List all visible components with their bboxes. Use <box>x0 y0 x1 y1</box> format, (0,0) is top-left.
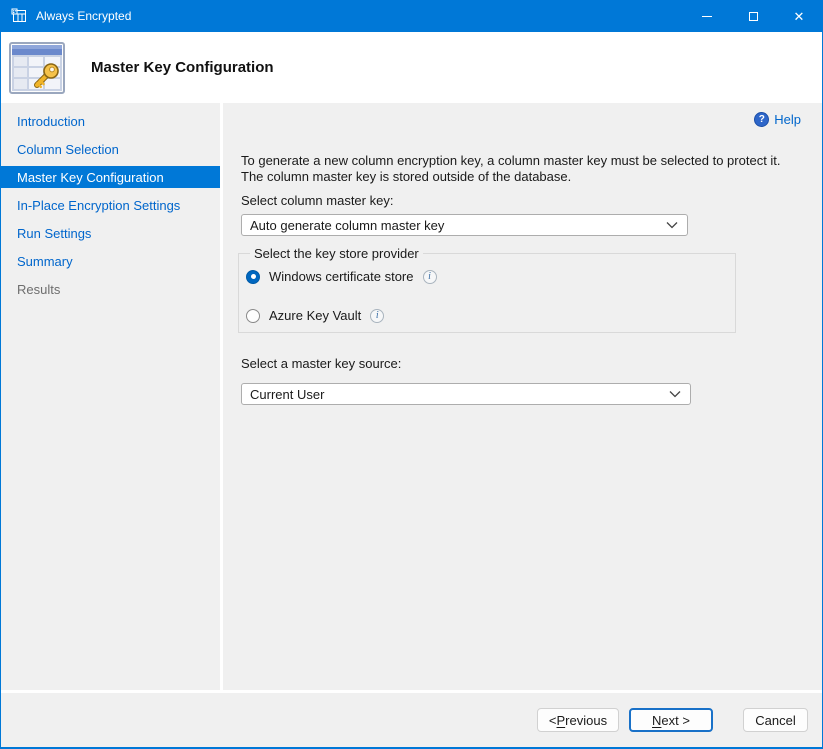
table-key-icon <box>9 42 65 94</box>
azure-key-vault-label: Azure Key Vault <box>269 308 361 323</box>
close-button[interactable]: ✕ <box>776 0 822 32</box>
window-title: Always Encrypted <box>36 9 131 23</box>
azure-key-vault-option[interactable]: Azure Key Vault i <box>246 308 735 323</box>
wizard-body: Introduction Column Selection Master Key… <box>1 103 822 690</box>
sidebar-item-in-place-encryption-settings[interactable]: In-Place Encryption Settings <box>1 194 220 216</box>
close-icon: ✕ <box>794 10 805 23</box>
previous-button[interactable]: < Previous <box>537 708 619 732</box>
sidebar-item-run-settings[interactable]: Run Settings <box>1 222 220 244</box>
always-encrypted-wizard-window: Always Encrypted ✕ Master Key Configurat… <box>0 0 823 749</box>
help-icon: ? <box>754 112 769 127</box>
next-access-key: N <box>652 713 661 728</box>
minimize-button[interactable] <box>684 0 730 32</box>
key-store-provider-group-title: Select the key store provider <box>250 246 423 261</box>
chevron-down-icon <box>669 390 681 398</box>
windows-certificate-store-label: Windows certificate store <box>269 269 414 284</box>
column-master-key-dropdown[interactable]: Auto generate column master key <box>241 214 688 236</box>
titlebar: Always Encrypted ✕ <box>1 0 822 32</box>
info-icon[interactable]: i <box>370 309 384 323</box>
windows-certificate-store-option[interactable]: Windows certificate store i <box>246 269 735 284</box>
maximize-icon <box>749 12 758 21</box>
sidebar-item-introduction[interactable]: Introduction <box>1 110 220 132</box>
cancel-button[interactable]: Cancel <box>743 708 808 732</box>
sidebar-item-column-selection[interactable]: Column Selection <box>1 138 220 160</box>
window-controls: ✕ <box>684 0 822 32</box>
main-panel: ? Help To generate a new column encrypti… <box>223 103 823 690</box>
next-button[interactable]: Next > <box>629 708 713 732</box>
help-label: Help <box>774 112 801 127</box>
next-label-suffix: ext > <box>661 713 690 728</box>
app-table-key-icon <box>11 8 27 24</box>
master-key-source-value: Current User <box>250 387 324 402</box>
chevron-down-icon <box>666 221 678 229</box>
page-title: Master Key Configuration <box>91 59 274 76</box>
master-key-source-dropdown[interactable]: Current User <box>241 383 691 405</box>
column-master-key-value: Auto generate column master key <box>250 218 444 233</box>
sidebar-item-summary[interactable]: Summary <box>1 250 220 272</box>
sidebar-item-results: Results <box>1 278 220 300</box>
wizard-footer: < Previous Next > Cancel <box>1 690 822 747</box>
help-link[interactable]: ? Help <box>241 111 801 127</box>
intro-text: To generate a new column encryption key,… <box>241 153 801 185</box>
wizard-header: Master Key Configuration <box>1 32 822 103</box>
previous-access-key: P <box>557 713 566 728</box>
column-master-key-label: Select column master key: <box>241 193 801 208</box>
maximize-button[interactable] <box>730 0 776 32</box>
minimize-icon <box>702 16 712 17</box>
sidebar-item-master-key-configuration[interactable]: Master Key Configuration <box>1 166 220 188</box>
key-store-provider-group: Select the key store provider Windows ce… <box>238 246 736 333</box>
radio-unselected-icon[interactable] <box>246 309 260 323</box>
previous-label-suffix: revious <box>565 713 607 728</box>
master-key-source-label: Select a master key source: <box>241 356 801 371</box>
wizard-steps-sidebar: Introduction Column Selection Master Key… <box>1 103 223 690</box>
radio-selected-icon[interactable] <box>246 270 260 284</box>
previous-label-prefix: < <box>549 713 557 728</box>
info-icon[interactable]: i <box>423 270 437 284</box>
